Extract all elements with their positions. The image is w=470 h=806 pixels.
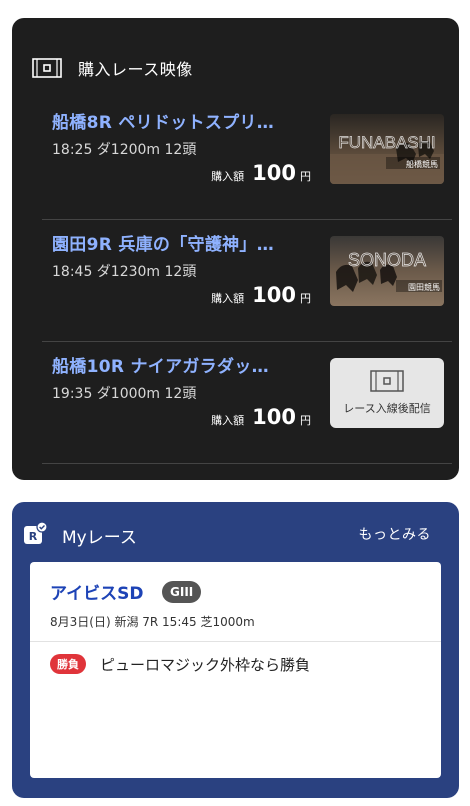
amount-label: 購入額 <box>211 414 245 427</box>
thumbnail-caption: 園田競馬 <box>408 282 440 292</box>
film-frame-icon <box>32 58 62 78</box>
thumbnail-watermark: FUNABASHI <box>338 133 435 152</box>
purchased-videos-title: 購入レース映像 <box>78 60 193 79</box>
race-title: 船橋8R ペリドットスプリ… <box>52 113 275 133</box>
grade-badge: GIII <box>162 581 202 603</box>
thumbnail-watermark: SONODA <box>348 250 426 270</box>
video-pending-placeholder: レース入線後配信 <box>330 358 444 428</box>
race-comment: ピューロマジック外枠なら勝負 <box>100 656 311 674</box>
purchased-race-videos-card: 購入レース映像 船橋8R ペリドットスプリ… 18:25 ダ1200m 12頭 … <box>12 18 459 480</box>
race-meta: 19:35 ダ1000m 12頭 <box>52 386 197 402</box>
race-video-item[interactable]: 船橋10R ナイアガラダッ… 19:35 ダ1000m 12頭 購入額 100 … <box>42 342 452 464</box>
purchase-amount: 購入額 100 円 <box>211 161 311 185</box>
amount-value: 100 <box>252 405 296 429</box>
my-race-card: R Myレース もっとみる アイビスSD GIII 8月3日(日) 新潟 7R … <box>12 502 459 798</box>
race-video-thumbnail[interactable]: FUNABASHI 船橋競馬 <box>330 114 444 184</box>
race-name: アイビスSD <box>50 584 144 604</box>
purchase-amount: 購入額 100 円 <box>211 283 311 307</box>
race-meta: 8月3日(日) 新潟 7R 15:45 芝1000m <box>50 615 255 629</box>
amount-label: 購入額 <box>211 170 245 183</box>
film-frame-icon <box>370 370 404 392</box>
amount-label: 購入額 <box>211 292 245 305</box>
race-video-item[interactable]: 園田9R 兵庫の「守護神」… 18:45 ダ1230m 12頭 購入額 100 … <box>42 220 452 342</box>
amount-currency: 円 <box>300 414 311 427</box>
race-title: 園田9R 兵庫の「守護神」… <box>52 235 275 255</box>
purchased-videos-header: 購入レース映像 <box>32 54 193 82</box>
divider <box>30 641 441 642</box>
race-video-thumbnail[interactable]: SONODA 園田競馬 <box>330 236 444 306</box>
race-title: 船橋10R ナイアガラダッ… <box>52 357 269 377</box>
amount-value: 100 <box>252 161 296 185</box>
purchase-amount: 購入額 100 円 <box>211 405 311 429</box>
thumbnail-caption: 船橋競馬 <box>406 159 438 169</box>
my-race-title: Myレース <box>62 528 137 548</box>
race-video-item[interactable]: 船橋8R ペリドットスプリ… 18:25 ダ1200m 12頭 購入額 100 … <box>42 98 452 220</box>
my-race-entry[interactable]: アイビスSD GIII 8月3日(日) 新潟 7R 15:45 芝1000m 勝… <box>30 562 441 778</box>
svg-text:R: R <box>29 530 38 543</box>
amount-value: 100 <box>252 283 296 307</box>
race-meta: 18:25 ダ1200m 12頭 <box>52 142 197 158</box>
video-pending-text: レース入線後配信 <box>343 402 431 415</box>
amount-currency: 円 <box>300 292 311 305</box>
race-meta: 18:45 ダ1230m 12頭 <box>52 264 197 280</box>
see-more-link[interactable]: もっとみる <box>359 524 432 544</box>
divider <box>42 463 452 464</box>
my-race-logo-icon: R <box>24 522 48 544</box>
tag-badge: 勝負 <box>50 654 86 674</box>
amount-currency: 円 <box>300 170 311 183</box>
